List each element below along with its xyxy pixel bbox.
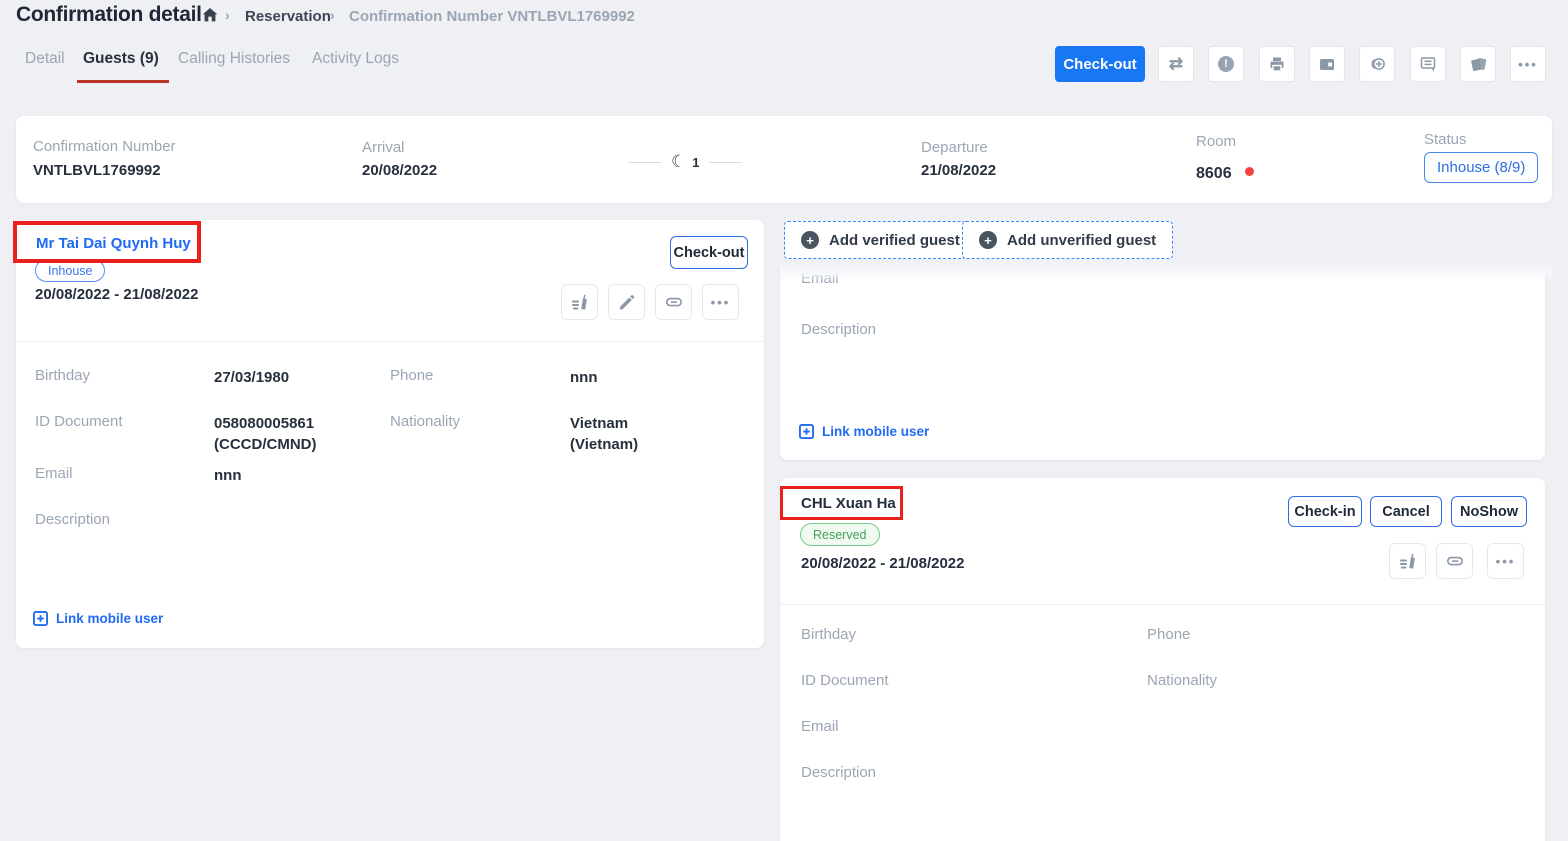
nationality-label: Nationality	[390, 413, 460, 430]
phone-value: nnn	[570, 367, 598, 388]
comment-icon[interactable]	[1410, 46, 1446, 82]
card-divider	[780, 604, 1545, 605]
add-unverified-guest-button[interactable]: + Add unverified guest	[962, 221, 1173, 259]
email-value: nnn	[214, 465, 242, 486]
alert-icon[interactable]: !	[1208, 46, 1244, 82]
more-icon[interactable]: •••	[1510, 46, 1546, 82]
confirmation-number-value: VNTLBVL1769992	[33, 160, 161, 181]
departure-label: Departure	[921, 139, 988, 156]
plus-circle-icon: +	[801, 231, 819, 249]
service-icon[interactable]	[1389, 543, 1426, 579]
cards-icon[interactable]	[1460, 46, 1496, 82]
description-label: Description	[801, 764, 876, 781]
id-document-label: ID Document	[801, 672, 889, 689]
moon-icon: ☾	[671, 152, 686, 172]
room-status-dot	[1245, 167, 1254, 176]
arrival-value: 20/08/2022	[362, 160, 437, 181]
id-document-label: ID Document	[35, 413, 123, 430]
guest-status-badge: Reserved	[800, 523, 880, 546]
email-label: Email	[801, 718, 839, 735]
guest-noshow-button[interactable]: NoShow	[1451, 496, 1527, 527]
arrival-label: Arrival	[362, 139, 405, 156]
plus-circle-icon: +	[979, 231, 997, 249]
card-divider	[16, 341, 764, 342]
tab-guests[interactable]: Guests (9)	[83, 50, 159, 68]
edit-icon[interactable]	[608, 284, 645, 320]
coins-icon[interactable]	[1359, 46, 1395, 82]
birthday-label: Birthday	[35, 367, 90, 384]
home-icon[interactable]	[201, 6, 219, 24]
nationality-label: Nationality	[1147, 672, 1217, 689]
breadcrumb-separator: ›	[330, 7, 335, 23]
printer-icon[interactable]	[1259, 46, 1295, 82]
active-tab-underline	[77, 80, 169, 83]
description-label: Description	[801, 321, 876, 338]
phone-label: Phone	[390, 367, 433, 384]
page-title: Confirmation detail	[16, 3, 202, 27]
guest-name[interactable]: CHL Xuan Ha	[801, 495, 896, 512]
more-icon[interactable]: •••	[702, 284, 739, 320]
link-icon[interactable]	[1436, 543, 1473, 579]
guest-card-2: CHL Xuan Ha Reserved 20/08/2022 - 21/08/…	[780, 478, 1545, 841]
birthday-value: 27/03/1980	[214, 367, 289, 388]
dash-line	[628, 162, 661, 163]
nights-indicator: ☾ 1	[628, 152, 742, 172]
email-label: Email	[35, 465, 73, 482]
guest-checkin-button[interactable]: Check-in	[1288, 496, 1362, 527]
plus-square-icon	[799, 424, 814, 439]
status-label: Status	[1424, 131, 1467, 148]
guest-name[interactable]: Mr Tai Dai Quynh Huy	[36, 235, 191, 252]
wallet-icon[interactable]	[1309, 46, 1345, 82]
guest-date-range: 20/08/2022 - 21/08/2022	[35, 286, 198, 303]
description-label: Description	[35, 511, 110, 528]
service-icon[interactable]	[561, 284, 598, 320]
tab-activity-logs[interactable]: Activity Logs	[312, 50, 399, 68]
tab-detail[interactable]: Detail	[25, 50, 65, 68]
link-mobile-user-button[interactable]: Link mobile user	[33, 611, 163, 626]
plus-square-icon	[33, 611, 48, 626]
swap-icon[interactable]: ⇄	[1158, 46, 1194, 82]
phone-label: Phone	[1147, 626, 1190, 643]
checkout-button[interactable]: Check-out	[1055, 46, 1145, 82]
breadcrumb-current: Confirmation Number VNTLBVL1769992	[349, 8, 635, 25]
breadcrumb-separator: ›	[225, 7, 230, 23]
link-icon[interactable]	[655, 284, 692, 320]
guest-status-badge: Inhouse	[35, 259, 105, 282]
breadcrumb-reservation[interactable]: Reservation	[245, 8, 331, 25]
status-badge[interactable]: Inhouse (8/9)	[1424, 152, 1538, 183]
guest-checkout-button[interactable]: Check-out	[670, 236, 748, 269]
reservation-summary-card: Confirmation Number VNTLBVL1769992 Arriv…	[16, 116, 1552, 203]
add-verified-guest-button[interactable]: + Add verified guest	[784, 221, 977, 259]
dash-line	[709, 162, 742, 163]
guest-cancel-button[interactable]: Cancel	[1370, 496, 1442, 527]
guest-card-partial: Email Description Link mobile user	[780, 262, 1545, 460]
confirmation-detail-page: Confirmation detail › Reservation › Conf…	[0, 0, 1568, 841]
room-number: 8606	[1196, 163, 1232, 184]
birthday-label: Birthday	[801, 626, 856, 643]
guest-card-1: Mr Tai Dai Quynh Huy Inhouse 20/08/2022 …	[16, 220, 764, 648]
room-label: Room	[1196, 133, 1236, 150]
link-mobile-user-button[interactable]: Link mobile user	[799, 424, 929, 439]
departure-value: 21/08/2022	[921, 160, 996, 181]
nationality-value: Vietnam(Vietnam)	[570, 413, 638, 455]
tab-calling-histories[interactable]: Calling Histories	[178, 50, 290, 68]
confirmation-number-label: Confirmation Number	[33, 138, 176, 155]
more-icon[interactable]: •••	[1487, 543, 1524, 579]
id-document-value: 058080005861(CCCD/CMND)	[214, 413, 316, 455]
guest-date-range: 20/08/2022 - 21/08/2022	[801, 555, 964, 572]
nights-count: 1	[692, 155, 699, 170]
